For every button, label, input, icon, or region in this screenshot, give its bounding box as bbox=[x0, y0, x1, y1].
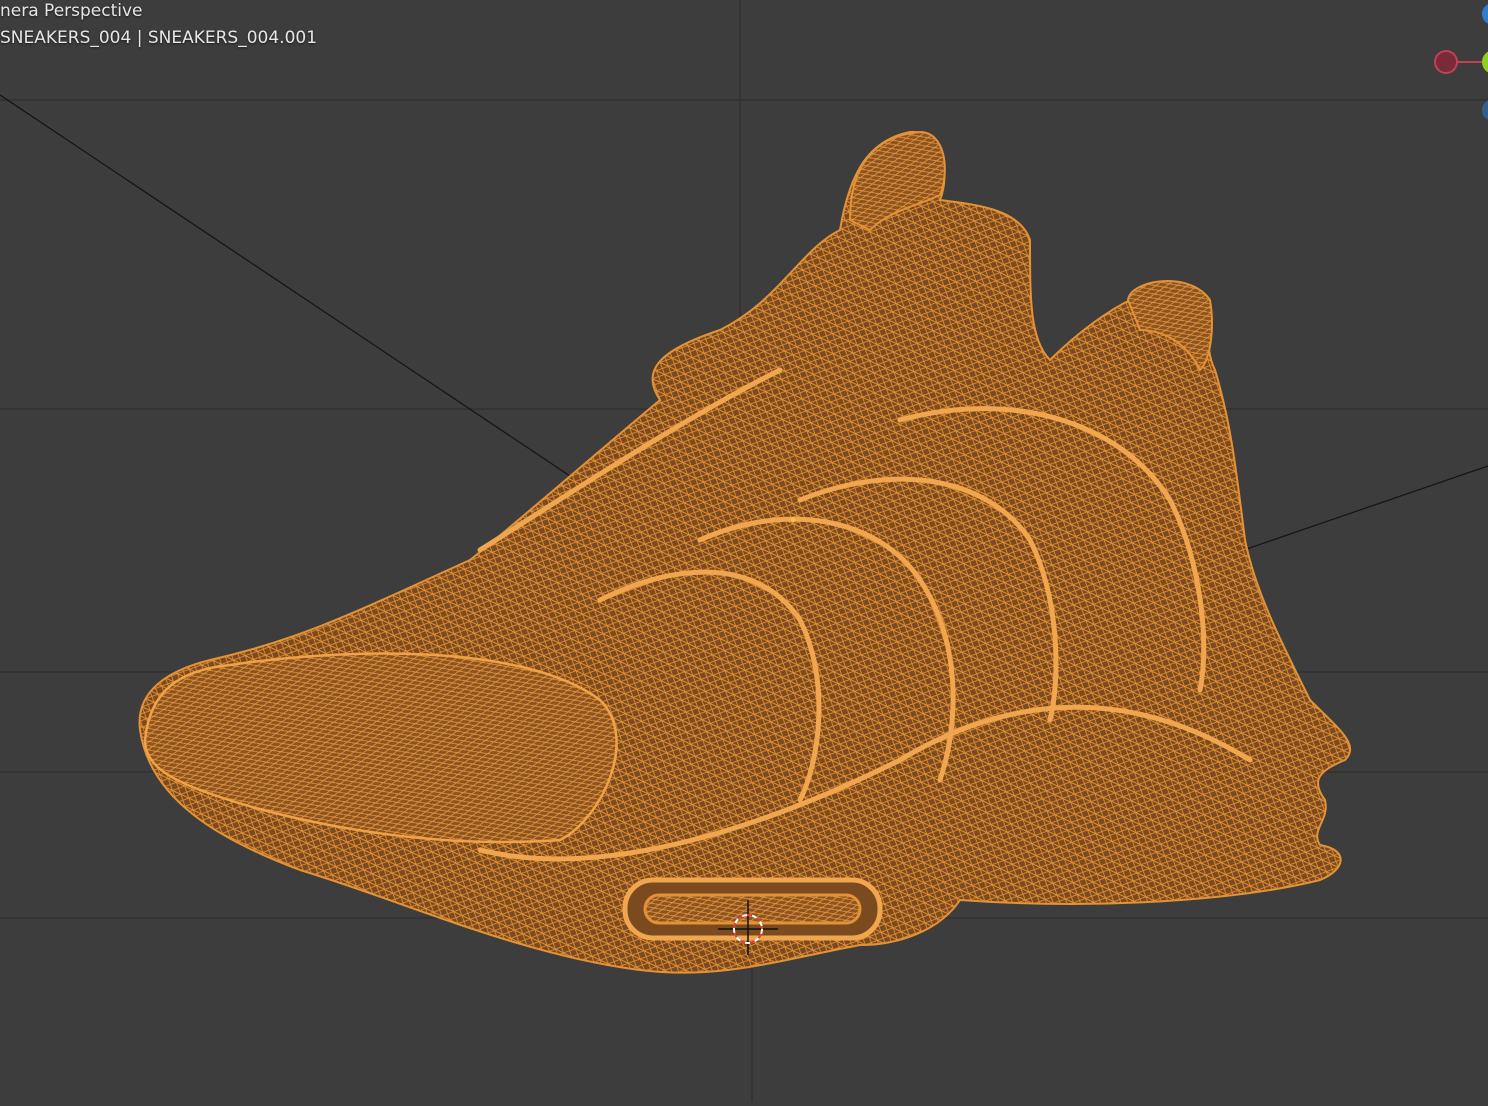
sneaker-mesh[interactable] bbox=[138, 130, 1351, 974]
gizmo-z-negative bbox=[1482, 100, 1488, 120]
navigation-gizmo-icon[interactable] bbox=[1434, 3, 1488, 121]
gizmo-y-positive bbox=[1482, 51, 1488, 73]
view-name-label: nera Perspective bbox=[0, 1, 143, 21]
active-object-label: SNEAKERS_004 | SNEAKERS_004.001 bbox=[0, 28, 318, 48]
gizmo-z-positive bbox=[1482, 4, 1488, 24]
origin-dot bbox=[790, 517, 796, 523]
viewport-canvas[interactable] bbox=[0, 0, 1488, 1102]
sneaker-body bbox=[138, 130, 1351, 974]
3d-viewport[interactable]: nera Perspective SNEAKERS_004 | SNEAKERS… bbox=[0, 0, 1488, 1102]
gizmo-x-negative bbox=[1434, 50, 1458, 74]
